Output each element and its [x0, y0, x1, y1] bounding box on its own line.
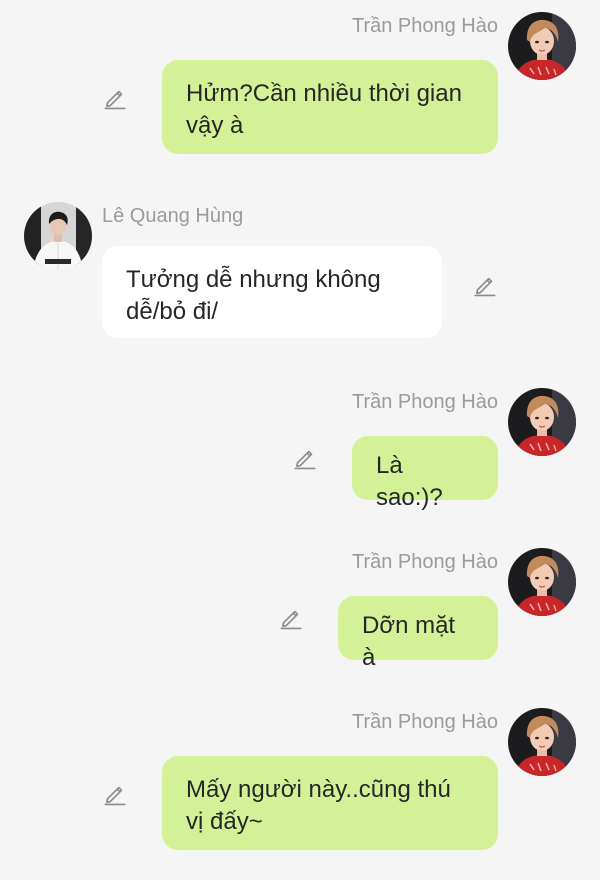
message-bubble[interactable]: Mấy người này..cũng thú vị đấy~ [162, 756, 498, 850]
avatar-tran-phong-hao[interactable] [508, 12, 576, 80]
avatar-le-quang-hung[interactable] [24, 202, 92, 270]
sender-name: Trần Phong Hào [351, 15, 498, 37]
pencil-edit-icon[interactable] [278, 604, 304, 630]
pencil-edit-icon[interactable] [102, 780, 128, 806]
message-text: Dỡn mặt à [362, 612, 456, 671]
sender-name: Trần Phong Hào [351, 711, 498, 733]
avatar-tran-phong-hao[interactable] [508, 388, 576, 456]
message-text: Tưởng dễ nhưng không dễ/bỏ đi/ [126, 266, 381, 325]
message-bubble[interactable]: Tưởng dễ nhưng không dễ/bỏ đi/ [102, 246, 442, 338]
pencil-edit-icon[interactable] [472, 271, 498, 297]
sender-name: Lê Quang Hùng [102, 205, 244, 227]
message-bubble[interactable]: Dỡn mặt à [338, 596, 498, 671]
avatar-tran-phong-hao[interactable] [508, 708, 576, 776]
pencil-edit-icon[interactable] [292, 444, 318, 470]
message-text: Là sao:)? [376, 452, 443, 511]
sender-name: Trần Phong Hào [351, 391, 498, 413]
message-bubble[interactable]: Là sao:)? [352, 436, 498, 511]
pencil-edit-icon[interactable] [102, 84, 128, 110]
message-text: Hửm?Cần nhiều thời gian vậy à [186, 80, 462, 139]
message-text: Mấy người này..cũng thú vị đấy~ [186, 776, 451, 835]
message-bubble[interactable]: Hửm?Cần nhiều thời gian vậy à [162, 60, 498, 154]
sender-name: Trần Phong Hào [351, 551, 498, 573]
avatar-tran-phong-hao[interactable] [508, 548, 576, 616]
